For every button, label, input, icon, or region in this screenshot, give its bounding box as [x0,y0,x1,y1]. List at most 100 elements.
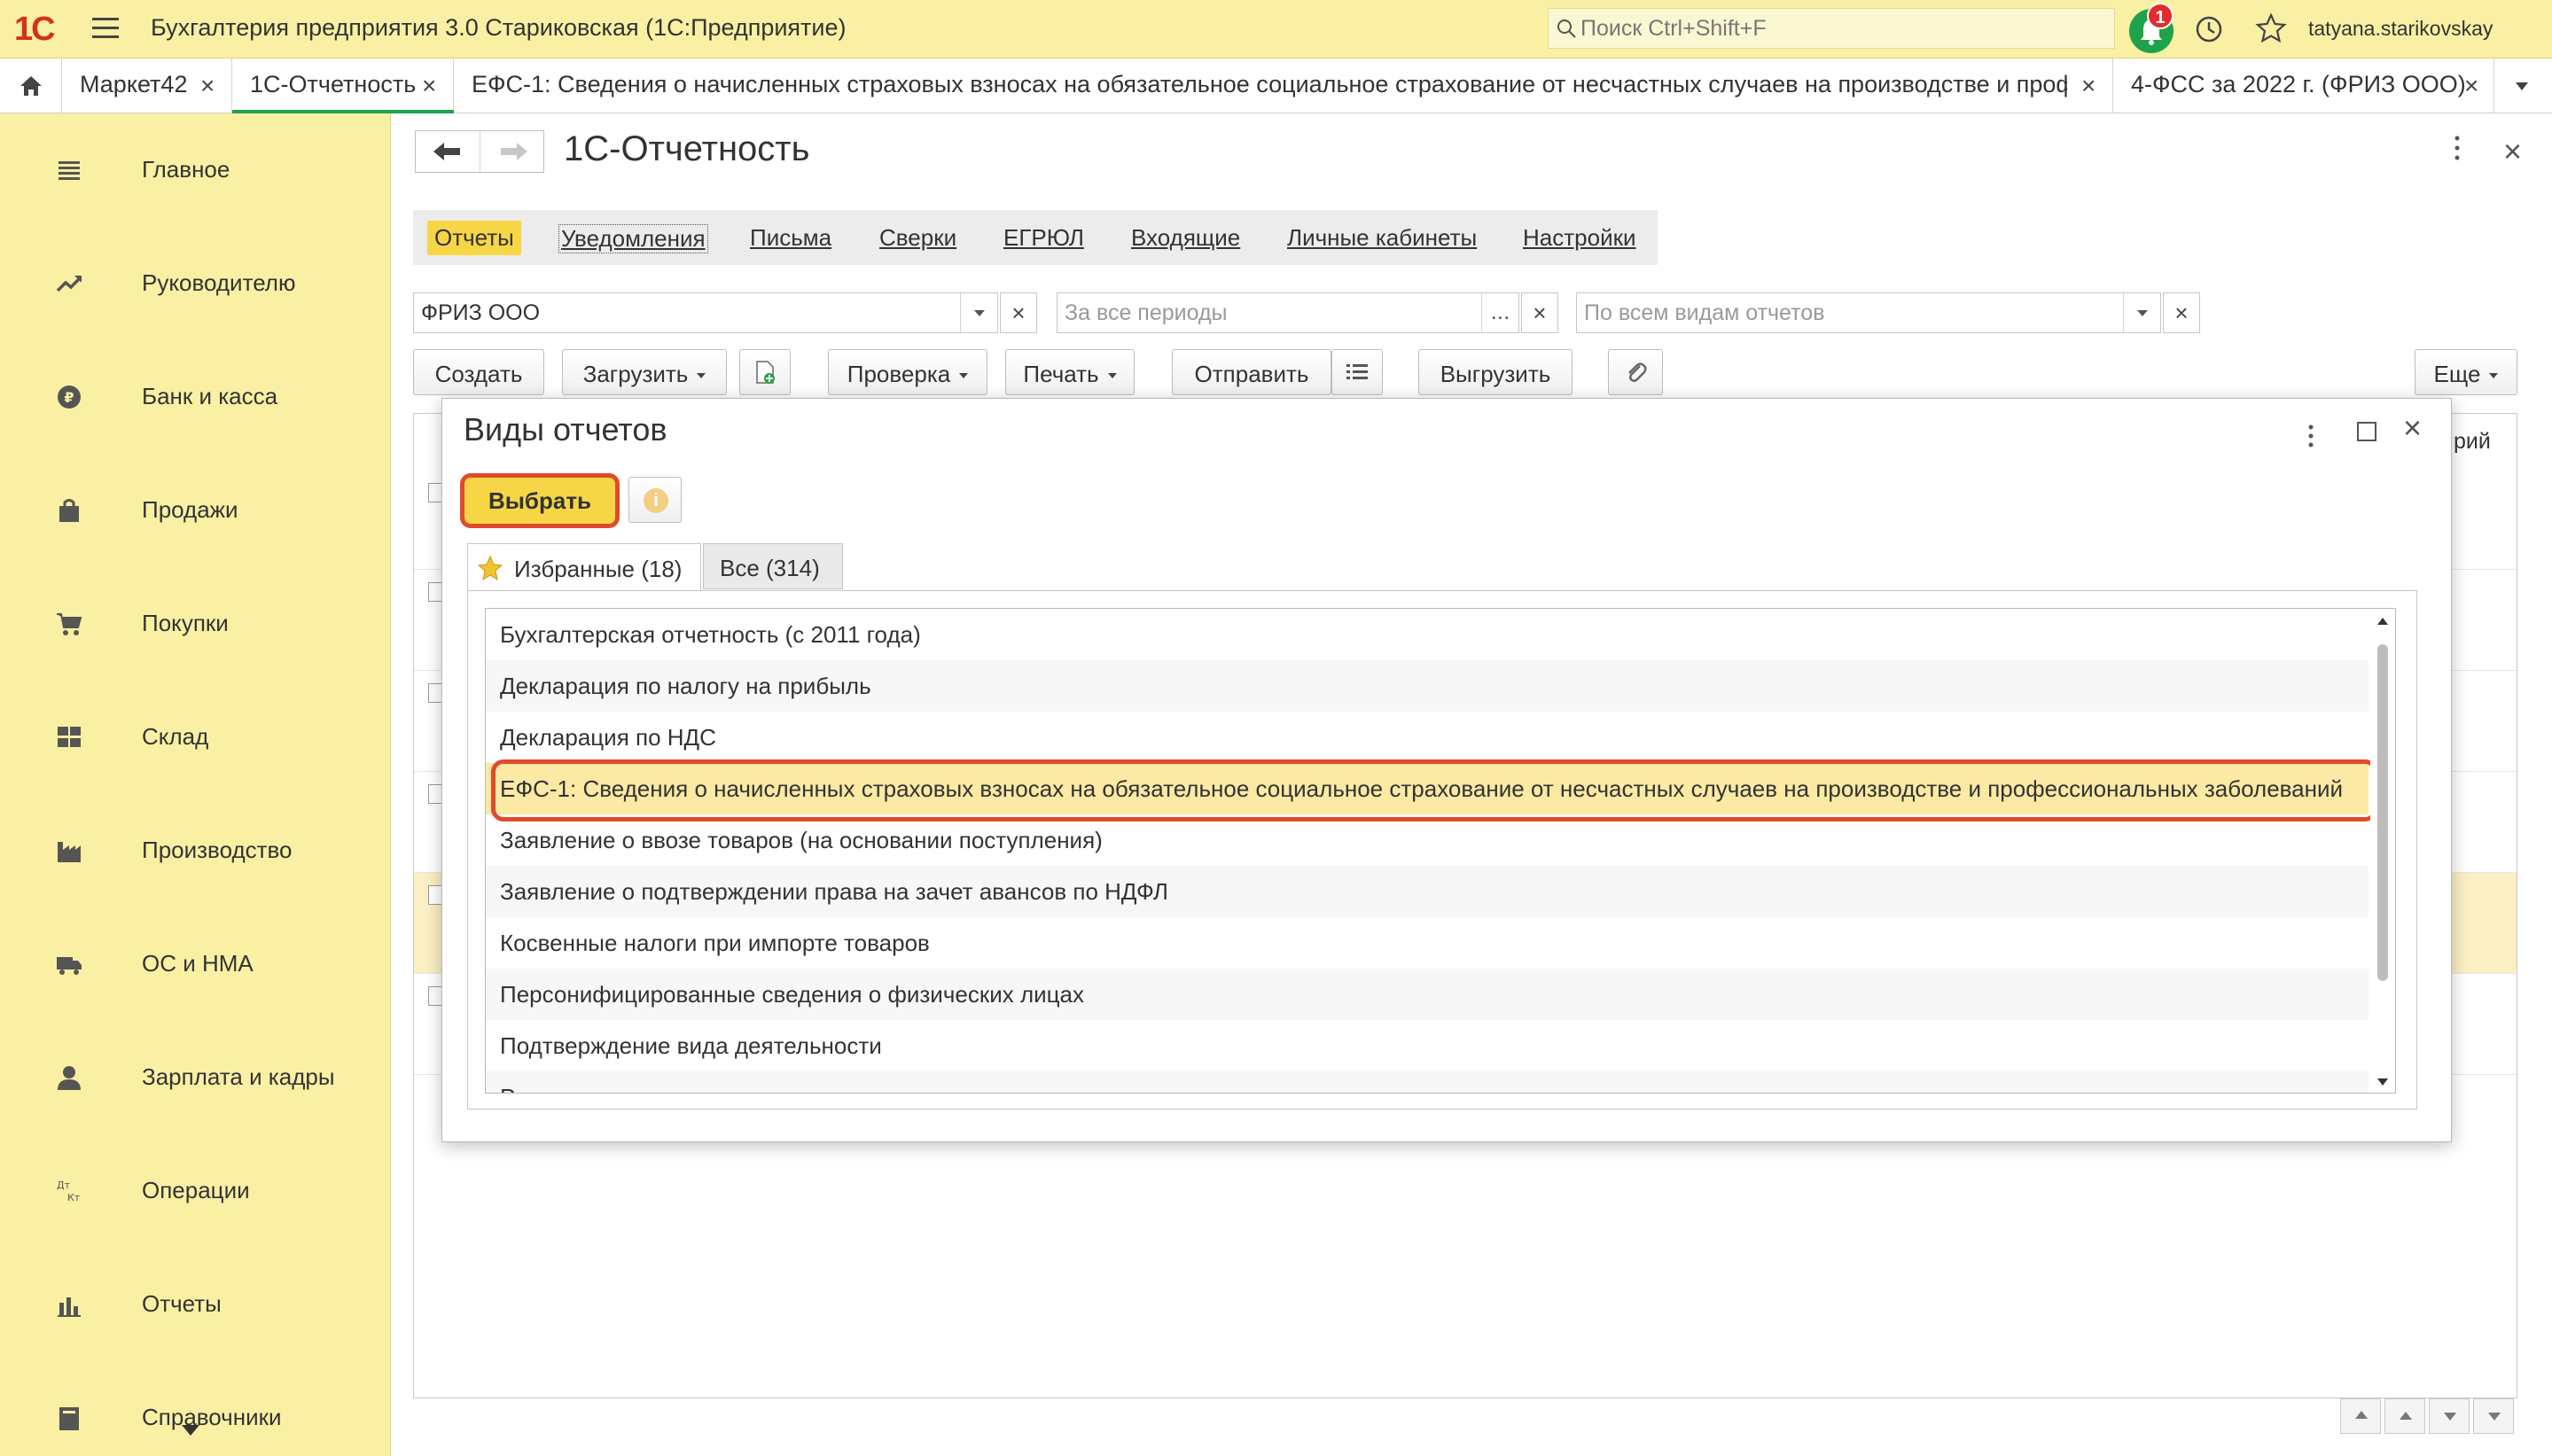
search-input[interactable] [1580,9,2103,48]
attach-button[interactable] [1608,349,1663,395]
list-scrollbar[interactable] [2370,609,2395,1093]
section-reports[interactable]: Отчеты [427,221,521,255]
arrow-left-icon[interactable] [430,138,465,165]
section-settings[interactable]: Настройки [1523,224,1636,252]
sidebar-item-reports[interactable]: Отчеты [0,1264,390,1343]
tab-home[interactable] [0,58,62,113]
page-title: 1С-Отчетность [564,129,810,168]
report-type-clear-button[interactable]: × [2163,292,2200,333]
svg-text:Кт: Кт [67,1192,81,1203]
organization-field[interactable] [413,292,998,333]
section-personal-accounts[interactable]: Личные кабинеты [1287,224,1477,252]
main-menu-icon[interactable] [92,18,119,39]
list-item[interactable]: Косвенные налоги при импорте товаров [486,917,2369,969]
trend-icon [56,276,82,292]
sidebar-item-warehouse[interactable]: Склад [0,697,390,776]
add-file-button[interactable] [739,349,791,395]
list-item[interactable]: Заявление о ввозе товаров (на основании … [486,814,2369,866]
favorites-star-icon[interactable] [2255,12,2287,44]
list-item[interactable]: Персонифицированные сведения о физически… [486,969,2369,1020]
organization-clear-button[interactable]: × [1000,292,1037,333]
close-icon[interactable]: × [200,72,215,100]
scroll-last-icon[interactable] [2473,1398,2514,1434]
scroll-down-icon[interactable] [2377,1078,2388,1086]
section-egrul[interactable]: ЕГРЮЛ [1003,224,1084,252]
list-item[interactable]: Декларация по налогу на прибыль [486,660,2369,712]
sidebar-item-salary[interactable]: Зарплата и кадры [0,1037,390,1117]
tabs-dropdown[interactable] [2494,58,2552,113]
chevron-down-icon [697,373,706,379]
list-item[interactable]: Бухгалтерская отчетность (с 2011 года) [486,609,2369,660]
create-button[interactable]: Создать [413,349,544,395]
scroll-up-icon[interactable] [2377,618,2388,625]
list-item[interactable]: Декларация по НДС [486,712,2369,763]
open-tabs-bar: Маркет42 × 1С-Отчетность × ЕФС-1: Сведен… [0,58,2552,113]
section-reconciliations[interactable]: Сверки [879,224,956,252]
scroll-up-icon[interactable] [2384,1398,2425,1434]
close-icon[interactable]: × [2464,72,2478,100]
close-icon[interactable]: × [2503,133,2522,170]
history-icon[interactable] [2194,14,2224,44]
arrow-right-icon[interactable] [496,138,531,165]
more-vertical-icon[interactable] [2454,135,2461,161]
period-field[interactable]: ... [1057,292,1519,333]
close-icon[interactable]: × [422,72,436,100]
coin-icon: ₽ [58,385,81,409]
tab-favorites[interactable]: Избранные (18) [467,543,701,591]
export-button[interactable]: Выгрузить [1418,349,1573,395]
chevron-down-icon[interactable] [2123,293,2160,332]
report-type-field[interactable] [1576,292,2161,333]
tab-all[interactable]: Все (314) [703,543,843,589]
select-button[interactable]: Выбрать [460,473,620,528]
sidebar-item-purchases[interactable]: Покупки [0,583,390,663]
close-icon[interactable]: × [2081,72,2095,100]
svg-text:₽: ₽ [64,389,74,406]
section-letters[interactable]: Письма [750,224,831,252]
check-button[interactable]: Проверка [828,349,987,395]
period-input[interactable] [1065,293,1478,332]
sidebar-item-sales[interactable]: Продажи [0,470,390,549]
tab-efs1[interactable]: ЕФС-1: Сведения о начисленных страховых … [454,58,2113,113]
sidebar-item-main[interactable]: Главное [0,129,390,209]
print-button[interactable]: Печать [1005,349,1135,395]
scroll-down-icon[interactable] [2429,1398,2470,1434]
load-button[interactable]: Загрузить [562,349,727,395]
sidebar-scroll-down-icon[interactable] [182,1425,199,1436]
more-vertical-icon[interactable] [2307,424,2314,448]
sidebar-item-manager[interactable]: Руководителю [0,243,390,323]
maximize-icon[interactable] [2357,422,2376,441]
section-nav: Отчеты Уведомления Письма Сверки ЕГРЮЛ В… [413,210,1658,265]
sidebar-item-operations[interactable]: Дт Кт Операции [0,1150,390,1230]
close-icon[interactable]: × [2403,409,2422,447]
section-incoming[interactable]: Входящие [1131,224,1240,252]
send-button[interactable]: Отправить [1172,349,1331,395]
period-picker-button[interactable]: ... [1481,293,1518,332]
report-type-input[interactable] [1584,293,2107,332]
sidebar-item-assets[interactable]: ОС и НМА [0,923,390,1003]
add-document-icon [756,361,775,384]
chevron-down-icon[interactable] [960,293,997,332]
sidebar-item-directories[interactable]: Справочники [0,1377,390,1456]
global-search[interactable] [1548,8,2115,49]
send-list-button[interactable] [1331,349,1383,395]
section-notifications[interactable]: Уведомления [558,224,708,253]
sidebar-item-bank[interactable]: ₽ Банк и касса [0,356,390,436]
sidebar-item-production[interactable]: Производство [0,810,390,890]
tab-1c-reporting[interactable]: 1С-Отчетность × [232,58,454,113]
user-name[interactable]: tatyana.starikovskay [2308,17,2493,41]
info-button[interactable]: i [628,477,682,523]
list-item[interactable]: Заявление о подтверждении права на зачет… [486,866,2369,917]
notifications-badge: 1 [2147,3,2173,29]
more-button[interactable]: Еще [2415,349,2517,395]
scrollbar-thumb[interactable] [2377,644,2388,981]
tab-4fss[interactable]: 4-ФСС за 2022 г. (ФРИЗ ООО) × [2113,58,2494,113]
period-clear-button[interactable]: × [1521,292,1558,333]
1c-logo[interactable]: 1С [14,11,56,49]
list-item[interactable]: Расчет по страховым взносам [486,1071,2369,1093]
list-item[interactable]: Подтверждение вида деятельности [486,1020,2369,1071]
truck-icon [57,957,82,975]
organization-input[interactable] [421,293,944,332]
scroll-first-icon[interactable] [2340,1398,2381,1434]
info-icon: i [644,488,668,513]
tab-market42[interactable]: Маркет42 × [62,58,232,113]
